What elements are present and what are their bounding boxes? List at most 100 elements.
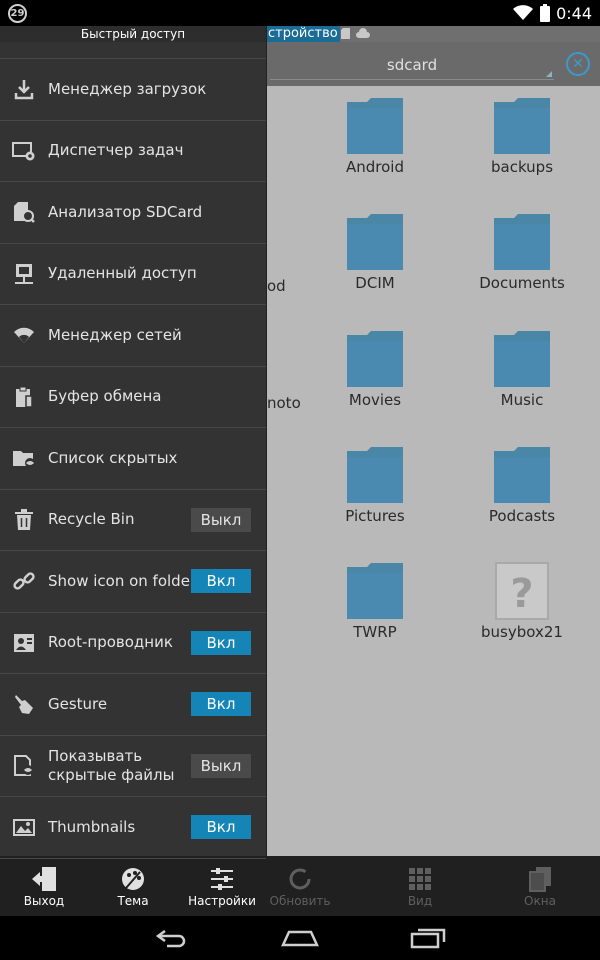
exit-button[interactable]: Выход xyxy=(0,856,88,916)
drawer-item-label: Thumbnails xyxy=(48,817,136,836)
thumbnails-toggle[interactable]: Вкл xyxy=(191,815,251,840)
close-path-button[interactable]: ✕ xyxy=(566,52,590,76)
drawer-item-show-hidden-files[interactable]: Показывать скрытые файлы Выкл xyxy=(0,736,266,797)
drawer-item-sdcard-analyzer[interactable]: Анализатор SDCard xyxy=(0,182,266,244)
drawer-item-label: Менеджер загрузок xyxy=(48,79,207,98)
sdcard-analyzer-icon xyxy=(14,202,35,224)
folder-icon xyxy=(347,563,403,619)
theme-label: Тема xyxy=(117,894,149,908)
home-button[interactable] xyxy=(270,922,330,954)
folder-icon xyxy=(347,447,403,503)
drawer-item-gesture[interactable]: Gesture Вкл xyxy=(0,674,266,736)
status-bar: 29 0:44 xyxy=(0,0,600,26)
show-icon-on-folder-toggle[interactable]: Вкл xyxy=(191,569,251,594)
windows-label: Окна xyxy=(524,894,556,908)
drawer-item-root-explorer[interactable]: Root-проводник Вкл xyxy=(0,613,266,674)
battery-icon xyxy=(540,4,551,22)
drawer-item-label: Root-проводник xyxy=(48,633,173,652)
sliders-icon xyxy=(211,868,233,890)
refresh-button[interactable]: Обновить xyxy=(250,856,350,916)
file-item[interactable]: Documents xyxy=(457,212,587,292)
drawer-item-thumbnails[interactable]: Thumbnails Вкл xyxy=(0,797,266,859)
file-item[interactable]: DCIM xyxy=(310,212,440,292)
task-manager-icon xyxy=(12,141,35,161)
recycle-bin-toggle[interactable]: Выкл xyxy=(191,507,251,532)
theme-button[interactable]: Тема xyxy=(88,856,178,916)
view-button[interactable]: Вид xyxy=(370,856,470,916)
folder-icon xyxy=(494,447,550,503)
root-explorer-icon xyxy=(14,633,34,652)
file-item[interactable]: Pictures xyxy=(310,445,440,525)
path-segment[interactable]: стройство xyxy=(266,26,340,42)
recents-button[interactable] xyxy=(398,922,458,954)
file-name: DCIM xyxy=(355,274,395,292)
wifi-icon xyxy=(14,328,34,344)
drawer-item-network-manager[interactable]: Менеджер сетей xyxy=(0,305,266,367)
windows-icon xyxy=(529,867,551,892)
thumbnails-icon xyxy=(13,819,35,837)
download-icon xyxy=(14,80,34,100)
file-item[interactable]: Android xyxy=(310,96,440,176)
file-item[interactable]: Movies xyxy=(310,329,440,409)
refresh-label: Обновить xyxy=(269,894,331,908)
exit-icon xyxy=(32,867,56,891)
drawer-item-label: Анализатор SDCard xyxy=(48,202,203,221)
drawer-item-remote-access[interactable]: Удаленный доступ xyxy=(0,244,266,305)
quick-access-drawer: Быстрый доступ Менеджер загрузок Диспетч… xyxy=(0,26,267,859)
file-name: Documents xyxy=(479,274,565,292)
folder-icon xyxy=(494,214,550,270)
hidden-folder-icon xyxy=(13,451,35,469)
folder-icon xyxy=(494,98,550,154)
drawer-item-show-icon-on-folder[interactable]: Show icon on folder Вкл xyxy=(0,551,266,613)
file-name: Movies xyxy=(348,391,402,409)
file-item[interactable]: backups xyxy=(457,96,587,176)
drawer-item-label: Диспетчер задач xyxy=(48,141,184,160)
file-name: backups xyxy=(490,158,554,176)
notification-badge: 29 xyxy=(8,4,27,23)
cloud-small-icon xyxy=(356,28,370,38)
link-icon xyxy=(13,572,35,590)
drawer-item-task-manager[interactable]: Диспетчер задач xyxy=(0,121,266,182)
gesture-hand-icon xyxy=(15,695,33,715)
drawer-item-clipboard[interactable]: Буфер обмена xyxy=(0,367,266,428)
recents-icon xyxy=(410,928,446,949)
bottom-toolbar: Выход Тема Настройки Обновить Вид Окна xyxy=(0,856,600,916)
drawer-item-label: Менеджер сетей xyxy=(48,325,182,344)
file-item[interactable]: ? busybox21 xyxy=(457,561,587,641)
drawer-item-label: Recycle Bin xyxy=(48,510,135,529)
drawer-item-download-manager[interactable]: Менеджер загрузок xyxy=(0,59,266,121)
drawer-item-hidden-list[interactable]: Список скрытых xyxy=(0,428,266,490)
view-label: Вид xyxy=(407,894,433,908)
palette-icon xyxy=(122,868,144,890)
file-name: Android xyxy=(346,158,404,176)
show-hidden-files-toggle[interactable]: Выкл xyxy=(191,753,251,778)
address-field[interactable]: sdcard xyxy=(270,50,554,80)
file-item[interactable]: Music xyxy=(457,329,587,409)
clipboard-icon xyxy=(16,386,33,408)
back-arrow-icon xyxy=(155,929,186,948)
file-item[interactable]: TWRP xyxy=(310,561,440,641)
file-name: Pictures xyxy=(345,507,405,525)
exit-label: Выход xyxy=(23,894,65,908)
drawer-item-label: Буфер обмена xyxy=(48,387,162,406)
status-icons: 0:44 xyxy=(512,3,592,23)
partial-file-name: noto xyxy=(267,394,301,412)
windows-button[interactable]: Окна xyxy=(490,856,590,916)
gesture-toggle[interactable]: Вкл xyxy=(191,692,251,717)
file-name: TWRP xyxy=(353,623,397,641)
clock: 0:44 xyxy=(556,3,592,23)
folder-icon xyxy=(347,331,403,387)
home-icon xyxy=(281,930,319,947)
drawer-item-label: Show icon on folder xyxy=(48,571,197,590)
dropdown-corner-icon xyxy=(546,71,552,77)
file-item[interactable]: Podcasts xyxy=(457,445,587,525)
drawer-item-label: Gesture xyxy=(48,694,108,713)
navigation-bar xyxy=(0,916,600,960)
back-button[interactable] xyxy=(142,922,202,954)
grid-view-icon xyxy=(409,868,431,890)
sdcard-small-icon xyxy=(341,28,350,39)
root-explorer-toggle[interactable]: Вкл xyxy=(191,630,251,655)
svg-text:?: ? xyxy=(510,571,533,617)
drawer-item-recycle-bin[interactable]: Recycle Bin Выкл xyxy=(0,490,266,551)
remote-access-icon xyxy=(15,263,33,284)
